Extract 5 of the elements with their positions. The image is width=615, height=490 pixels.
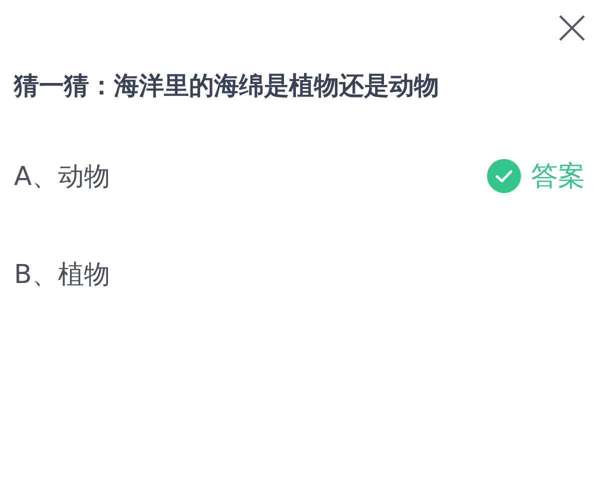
close-icon[interactable]: [558, 14, 586, 42]
option-text[interactable]: A、动物: [14, 158, 110, 194]
option-text[interactable]: B、植物: [14, 256, 110, 292]
question-text: 猜一猜：海洋里的海绵是植物还是动物: [14, 70, 440, 102]
answer-label: 答案: [531, 160, 585, 194]
